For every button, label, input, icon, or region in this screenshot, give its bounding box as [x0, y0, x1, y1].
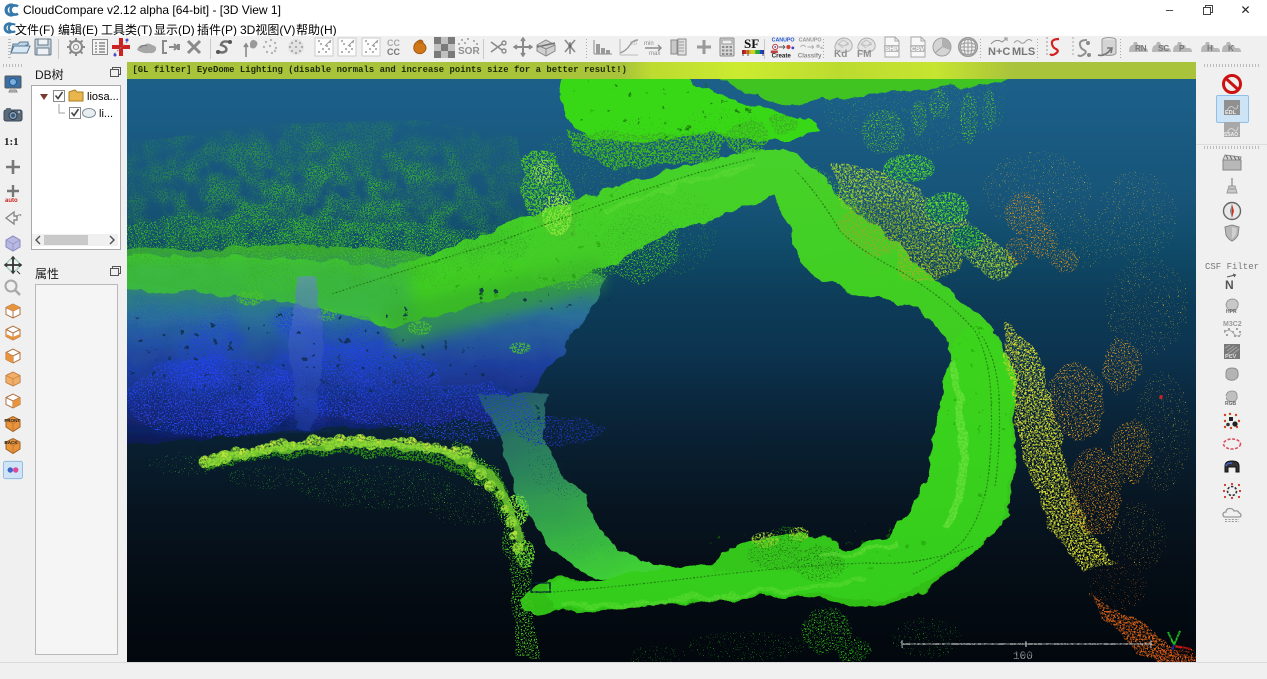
svg-text:SC: SC	[1158, 44, 1169, 53]
svg-text:SSAO: SSAO	[1224, 132, 1238, 138]
svg-text:N+C: N+C	[988, 46, 1010, 58]
svg-text:SOR: SOR	[458, 46, 480, 57]
svg-text:0.0: 0.0	[630, 41, 637, 47]
svg-text:SHP: SHP	[885, 46, 899, 53]
svg-text:Classify: Classify	[798, 53, 822, 59]
svg-text:P: P	[1179, 44, 1185, 53]
svg-text:FM: FM	[857, 49, 871, 58]
svg-text:RN: RN	[1135, 44, 1147, 53]
svg-text:Kd: Kd	[834, 49, 847, 58]
svg-text:PCV: PCV	[1225, 354, 1237, 360]
svg-text:max: max	[649, 51, 660, 56]
svg-text:FRONT: FRONT	[4, 418, 20, 423]
svg-text:li...: li...	[99, 108, 113, 120]
svg-text:BACK: BACK	[4, 440, 18, 445]
svg-text:M3C2: M3C2	[1223, 321, 1242, 328]
svg-text:H: H	[1207, 44, 1213, 53]
svg-text:100: 100	[1013, 651, 1033, 662]
svg-text:RGB: RGB	[1225, 401, 1237, 407]
svg-text:auto: auto	[5, 198, 18, 203]
svg-text:liosa...: liosa...	[87, 91, 118, 103]
svg-text:HPR: HPR	[1226, 309, 1237, 315]
svg-text:min: min	[644, 41, 654, 47]
svg-text:CANUPO: CANUPO	[799, 38, 822, 44]
svg-text:CANUPO: CANUPO	[772, 38, 795, 44]
svg-text:K: K	[1228, 44, 1234, 53]
svg-text:CSV: CSV	[911, 46, 925, 53]
svg-text:CC: CC	[387, 47, 400, 57]
svg-text:MLS: MLS	[1012, 46, 1035, 58]
svg-text:SF: SF	[744, 36, 759, 51]
svg-text:Create: Create	[772, 53, 792, 59]
svg-text:N: N	[1225, 278, 1234, 292]
svg-text:1:1: 1:1	[4, 136, 19, 148]
svg-text:EDL: EDL	[1225, 110, 1237, 116]
